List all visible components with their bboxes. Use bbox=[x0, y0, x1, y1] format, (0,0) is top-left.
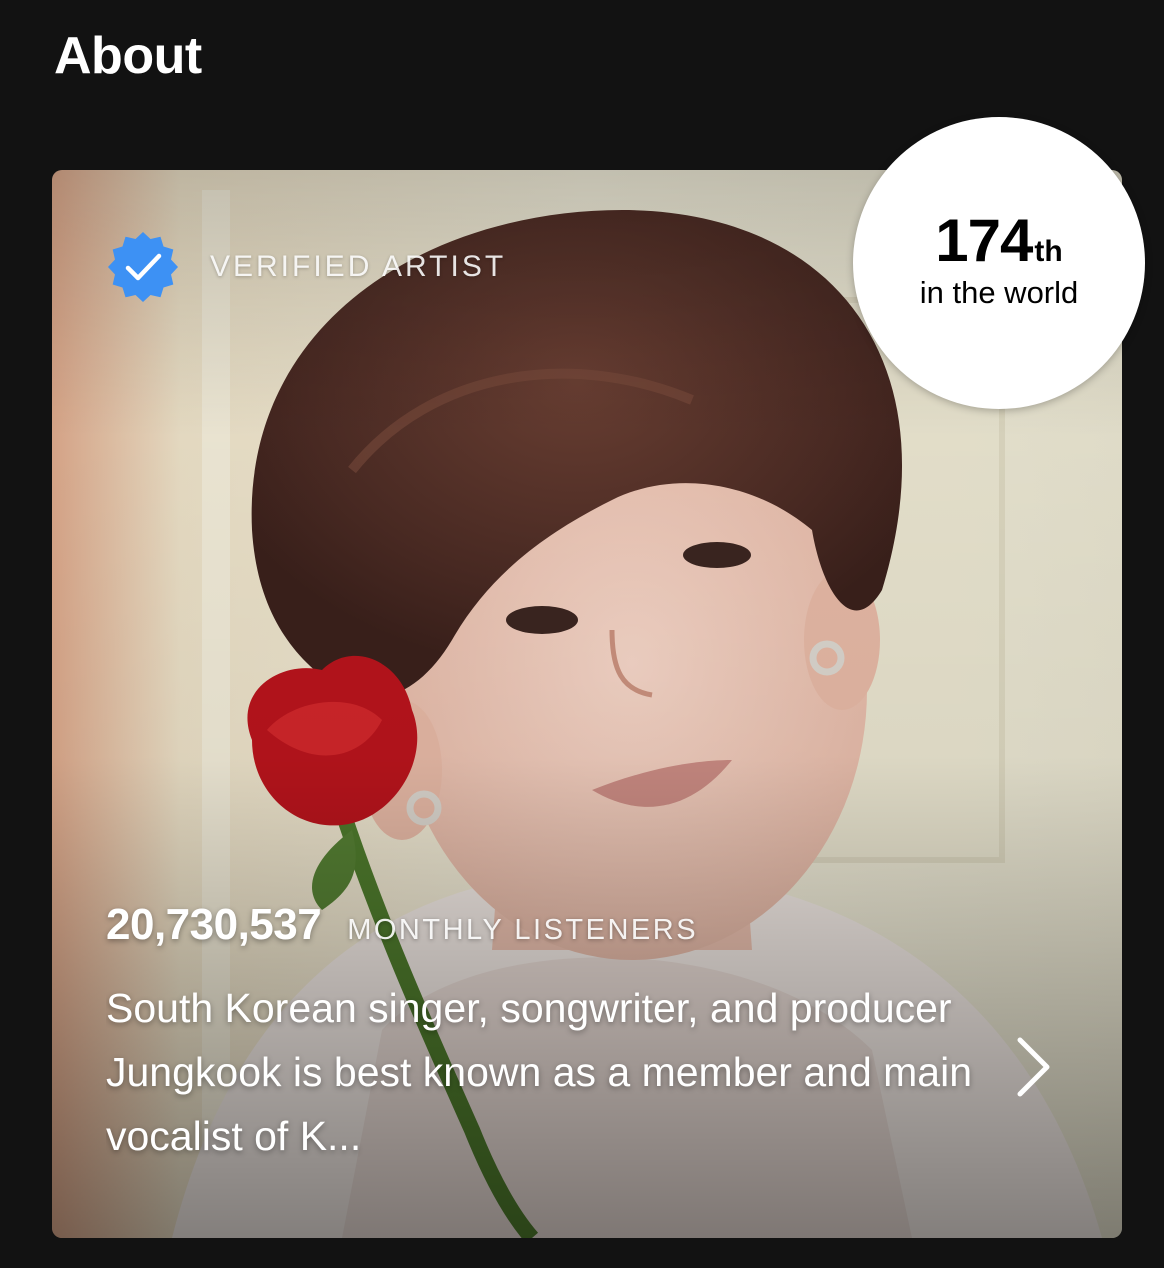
rank-caption: in the world bbox=[919, 275, 1079, 310]
about-page: About VERIFIED ARTIST 20,730,537 MONTHLY… bbox=[0, 0, 1164, 1268]
card-info: 20,730,537 MONTHLY LISTENERS South Korea… bbox=[106, 900, 992, 1168]
section-title: About bbox=[54, 27, 202, 85]
chevron-right-icon bbox=[1017, 1037, 1050, 1097]
monthly-listeners-count: 20,730,537 bbox=[106, 900, 322, 949]
expand-bio-button[interactable] bbox=[1004, 1032, 1064, 1102]
verified-artist-label: VERIFIED ARTIST bbox=[210, 250, 507, 283]
artist-bio: South Korean singer, songwriter, and pro… bbox=[106, 985, 973, 1159]
verified-artist-row: VERIFIED ARTIST bbox=[106, 230, 506, 304]
rank-number: 174 bbox=[935, 207, 1033, 274]
rank-line: 174 th bbox=[935, 209, 1062, 273]
monthly-listeners: 20,730,537 MONTHLY LISTENERS bbox=[106, 900, 992, 950]
world-rank-badge: 174 th in the world bbox=[853, 117, 1145, 409]
monthly-listeners-label: MONTHLY LISTENERS bbox=[347, 914, 699, 946]
rank-suffix: th bbox=[1034, 235, 1063, 268]
verified-badge-icon bbox=[108, 232, 178, 302]
